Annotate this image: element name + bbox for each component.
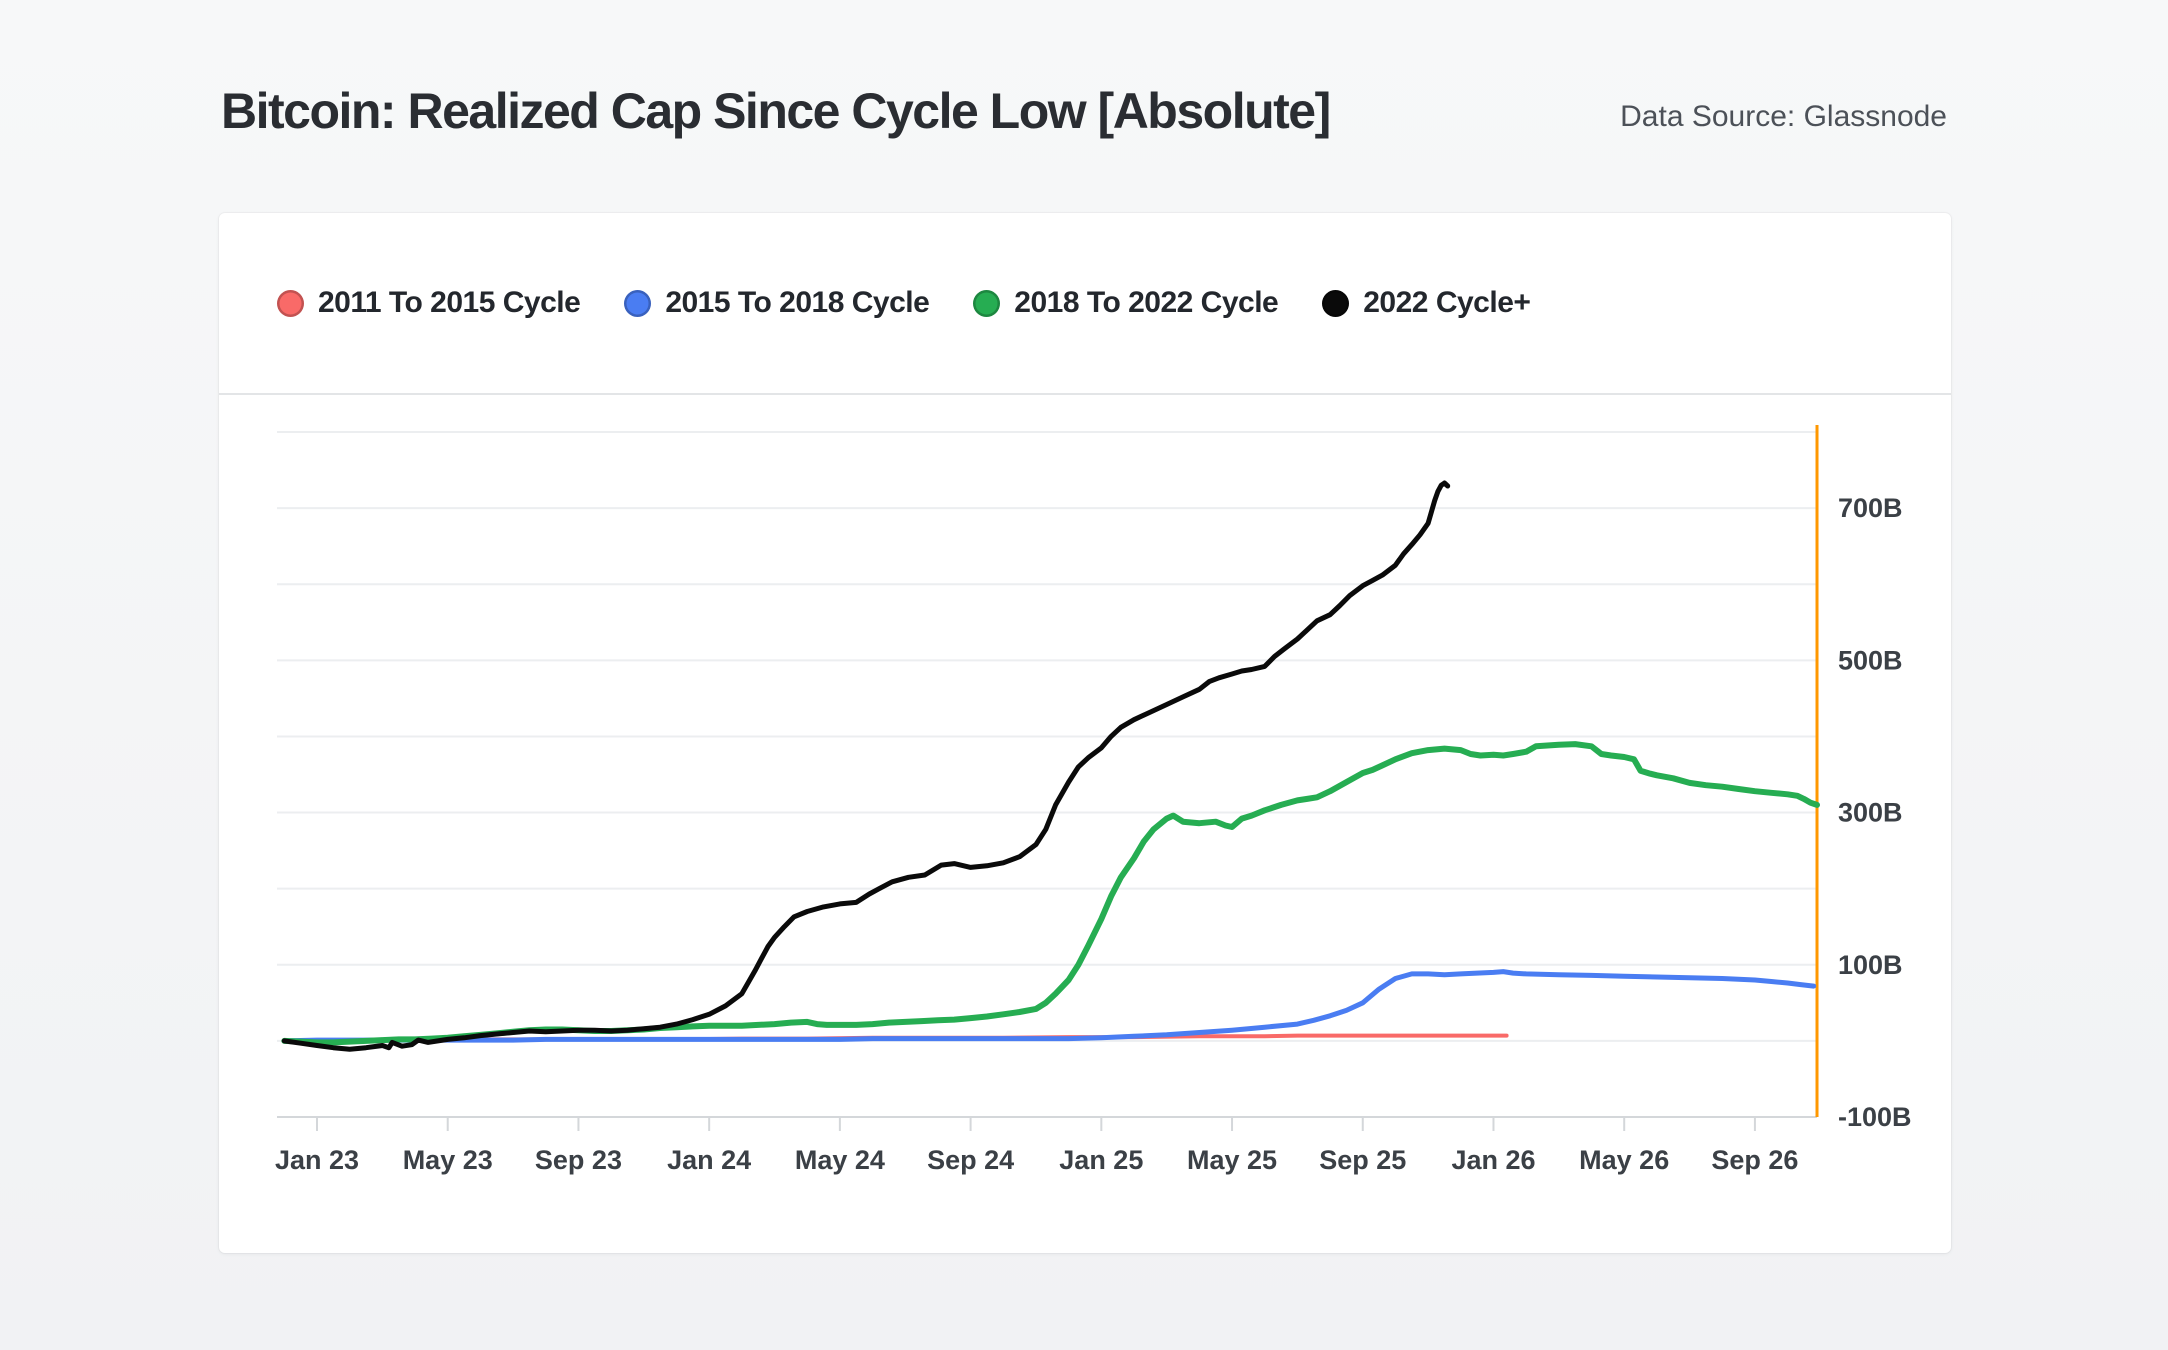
chart-card: 2011 To 2015 Cycle 2015 To 2018 Cycle 20… — [219, 213, 1951, 1253]
x-tick-label: Sep 25 — [1319, 1145, 1406, 1175]
x-tick-label: May 26 — [1579, 1145, 1669, 1175]
legend-item-2015-2018-cycle[interactable]: 2015 To 2018 Cycle — [624, 286, 929, 320]
x-tick-label: May 25 — [1187, 1145, 1277, 1175]
legend-label: 2011 To 2015 Cycle — [318, 286, 580, 320]
legend-marker-blue-icon — [624, 290, 651, 317]
legend-marker-green-icon — [973, 290, 1000, 317]
y-tick-label: -100B — [1838, 1102, 1912, 1132]
x-tick-label: Jan 24 — [667, 1145, 751, 1175]
x-tick-label: May 23 — [403, 1145, 493, 1175]
chart-plot-area[interactable]: Jan 23 May 23 Sep 23 Jan 24 May 24 Sep 24 Jan … — [219, 395, 1951, 1253]
data-source-label: Data Source: Glassnode — [1620, 100, 1947, 134]
y-tick-label: 700B — [1838, 493, 1903, 523]
x-tick-label: Sep 24 — [927, 1145, 1014, 1175]
x-tick-label: Jan 26 — [1451, 1145, 1535, 1175]
legend-item-2022-cycle-plus[interactable]: 2022 Cycle+ — [1322, 286, 1530, 320]
x-tick-label: May 24 — [795, 1145, 885, 1175]
y-tick-label: 100B — [1838, 950, 1903, 980]
chart-area[interactable]: Jan 23 May 23 Sep 23 Jan 24 May 24 Sep 24 Jan … — [219, 395, 1951, 1253]
page-title: Bitcoin: Realized Cap Since Cycle Low [A… — [221, 82, 1330, 140]
y-tick-label: 500B — [1838, 645, 1903, 675]
legend-marker-red-icon — [277, 290, 304, 317]
legend-marker-black-icon — [1322, 290, 1349, 317]
x-tick-label: Sep 23 — [535, 1145, 622, 1175]
chart-legend: 2011 To 2015 Cycle 2015 To 2018 Cycle 20… — [277, 213, 1530, 393]
legend-item-2018-2022-cycle[interactable]: 2018 To 2022 Cycle — [973, 286, 1278, 320]
series-line-2018-to-2022-cycle[interactable] — [284, 744, 1817, 1042]
legend-item-2011-2015-cycle[interactable]: 2011 To 2015 Cycle — [277, 286, 580, 320]
x-tick-label: Jan 25 — [1059, 1145, 1143, 1175]
legend-label: 2022 Cycle+ — [1363, 286, 1530, 320]
legend-label: 2015 To 2018 Cycle — [665, 286, 929, 320]
legend-label: 2018 To 2022 Cycle — [1014, 286, 1278, 320]
x-tick-label: Jan 23 — [275, 1145, 359, 1175]
page: { "header": { "title": "Bitcoin: Realize… — [0, 0, 2168, 1350]
x-tick-label: Sep 26 — [1711, 1145, 1798, 1175]
y-tick-label: 300B — [1838, 798, 1903, 828]
